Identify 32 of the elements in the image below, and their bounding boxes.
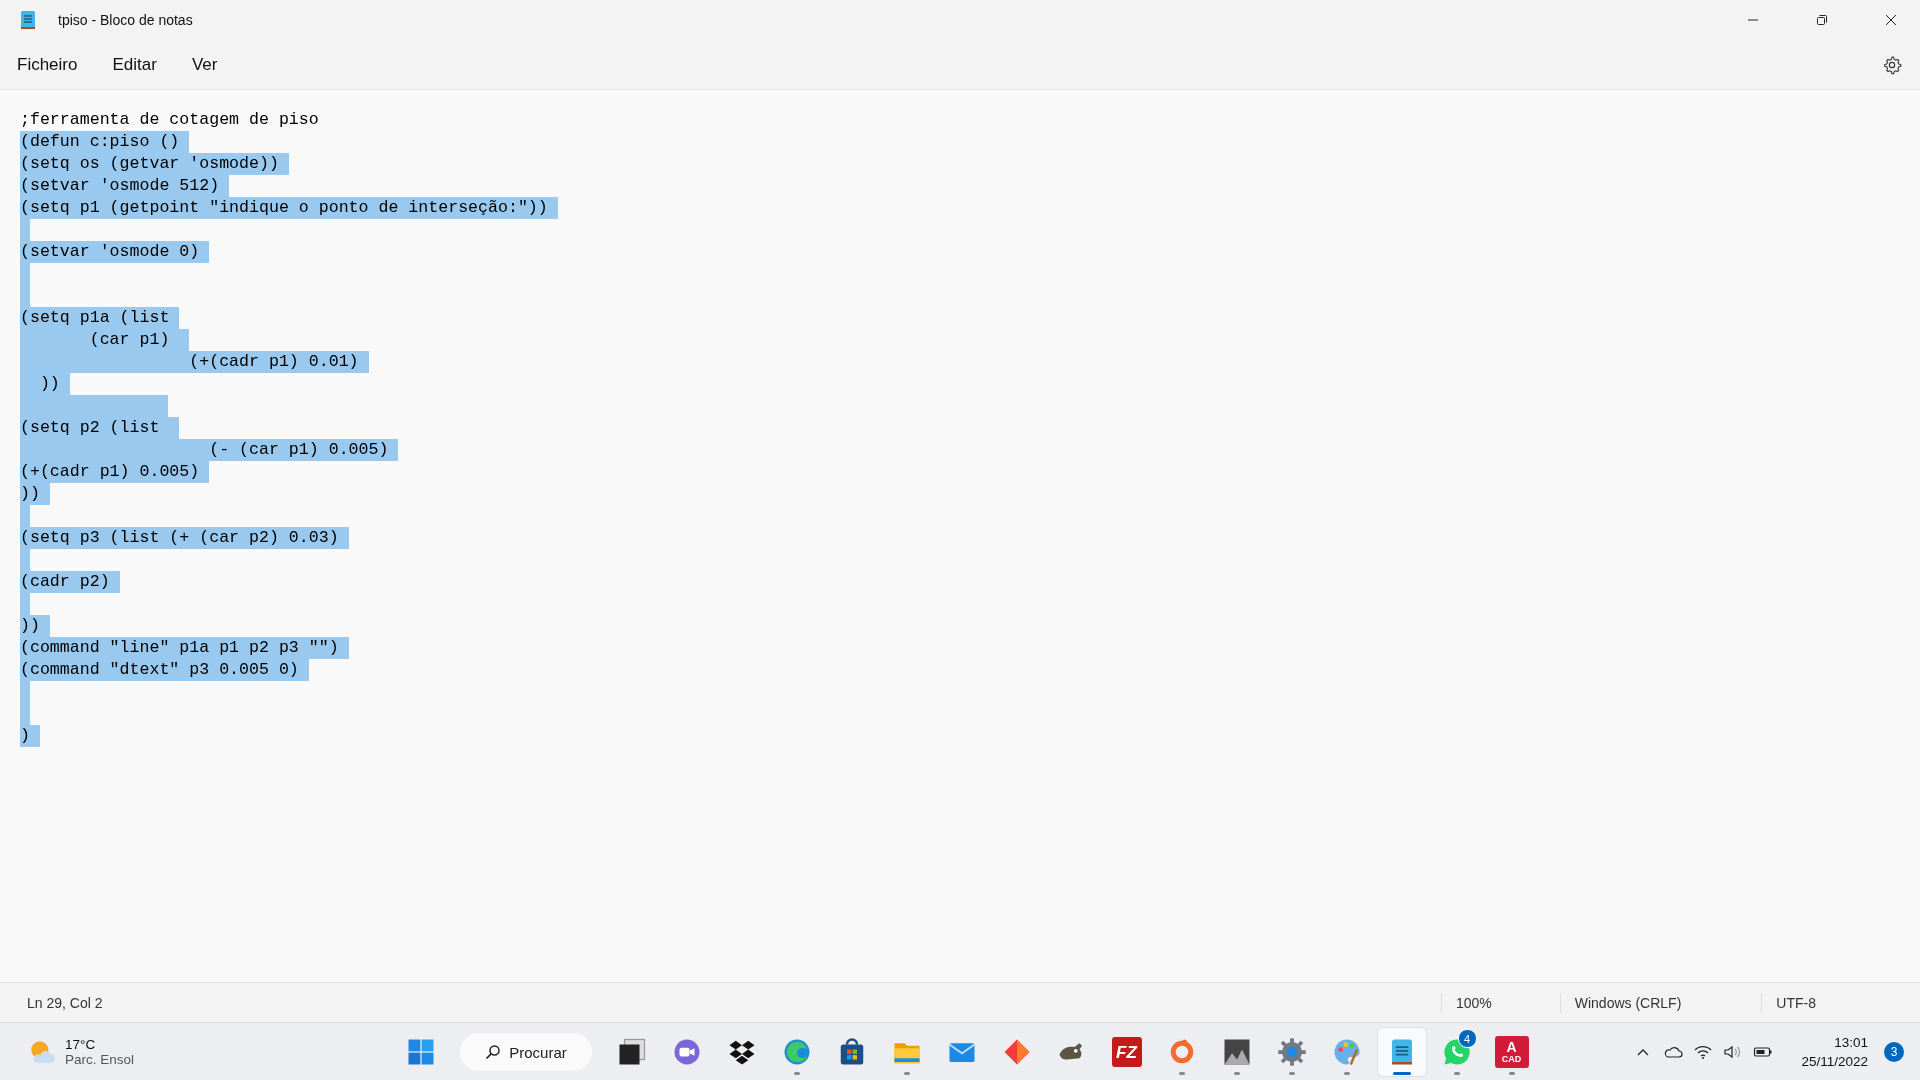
search-button[interactable]: Procurar <box>460 1033 592 1071</box>
menu-item[interactable]: Ficheiro <box>17 54 78 75</box>
weather-condition: Parc. Ensol <box>65 1051 135 1067</box>
temperature: 17°C <box>65 1036 97 1052</box>
encoding[interactable]: UTF-8 <box>1776 994 1816 1011</box>
settings-icon[interactable] <box>1882 54 1902 75</box>
chat-bubble-icon <box>1441 1037 1472 1067</box>
clock-date[interactable]: 25/11/2022 <box>1801 1052 1868 1071</box>
window-title: tpiso - Bloco de notas <box>58 12 193 28</box>
gear-icon <box>1276 1037 1307 1067</box>
menu-item[interactable]: Ver <box>191 54 218 75</box>
menu-item[interactable]: Editar <box>112 54 157 75</box>
app-logo: A CAD <box>1494 1036 1529 1068</box>
taskbar-app-button[interactable]: A CAD <box>1487 1028 1536 1076</box>
notepad-icon <box>20 10 36 30</box>
clock-time[interactable]: 13:01 <box>1834 1033 1868 1052</box>
close-icon[interactable] <box>1885 14 1897 26</box>
wifi-icon[interactable] <box>1693 1044 1714 1060</box>
restore-icon[interactable] <box>1816 14 1828 26</box>
search-icon <box>485 1044 502 1060</box>
notification-badge: 4 <box>1457 1029 1477 1048</box>
taskbar-app-button[interactable]: FZ <box>1102 1028 1151 1076</box>
battery-icon[interactable] <box>1753 1044 1774 1060</box>
cursor-position: Ln 29, Col 2 <box>27 994 103 1011</box>
zoom-level[interactable]: 100% <box>1455 994 1492 1011</box>
line-ending[interactable]: Windows (CRLF) <box>1574 994 1682 1011</box>
cloud-icon[interactable] <box>1663 1044 1684 1060</box>
notification-count[interactable]: 3 <box>1884 1042 1904 1062</box>
app-logo: FZ <box>1111 1037 1142 1067</box>
photo-thumbnail-icon <box>1221 1037 1252 1067</box>
code-line: ;ferramenta de cotagem de piso <box>20 109 320 131</box>
taskbar-app-button[interactable]: 4 <box>1432 1028 1481 1076</box>
